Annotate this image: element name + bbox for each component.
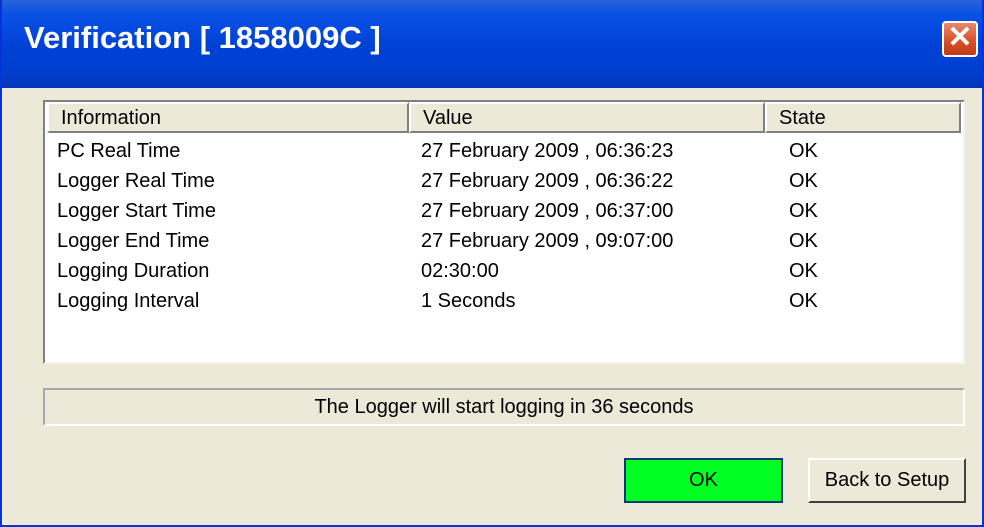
cell-state: OK [789, 260, 818, 282]
table-header: Information Value State [47, 102, 961, 133]
table-row[interactable]: PC Real Time 27 February 2009 , 06:36:23… [47, 140, 947, 170]
column-header-value[interactable]: Value [409, 102, 765, 133]
window-title: Verification [ 1858009C ] [24, 20, 381, 55]
cell-value: 27 February 2009 , 09:07:00 [421, 230, 674, 252]
status-message: The Logger will start logging in 36 seco… [43, 388, 965, 426]
column-header-information[interactable]: Information [47, 102, 409, 133]
table-row[interactable]: Logger Real Time 27 February 2009 , 06:3… [47, 170, 947, 200]
cell-value: 27 February 2009 , 06:36:22 [421, 170, 674, 192]
title-bar[interactable]: Verification [ 1858009C ] ✕ [2, 0, 982, 88]
cell-information: Logger End Time [57, 230, 210, 252]
table-row[interactable]: Logging Duration 02:30:00 OK [47, 260, 947, 290]
cell-state: OK [789, 200, 818, 222]
cell-value: 02:30:00 [421, 260, 499, 282]
column-header-state[interactable]: State [765, 102, 961, 133]
verification-table[interactable]: Information Value State PC Real Time 27 … [43, 100, 965, 364]
cell-state: OK [789, 230, 818, 252]
verification-dialog: Verification [ 1858009C ] ✕ Information … [0, 0, 984, 527]
close-icon: ✕ [947, 21, 973, 54]
cell-information: Logger Real Time [57, 170, 215, 192]
cell-value: 1 Seconds [421, 290, 516, 312]
cell-information: PC Real Time [57, 140, 181, 162]
cell-information: Logger Start Time [57, 200, 216, 222]
cell-value: 27 February 2009 , 06:37:00 [421, 200, 674, 222]
cell-state: OK [789, 140, 818, 162]
cell-value: 27 February 2009 , 06:36:23 [421, 140, 674, 162]
table-row[interactable]: Logging Interval 1 Seconds OK [47, 290, 947, 320]
close-button[interactable]: ✕ [942, 21, 978, 57]
cell-information: Logging Duration [57, 260, 210, 282]
table-row[interactable]: Logger Start Time 27 February 2009 , 06:… [47, 200, 947, 230]
back-to-setup-button[interactable]: Back to Setup [808, 458, 966, 503]
cell-information: Logging Interval [57, 290, 200, 312]
cell-state: OK [789, 170, 818, 192]
cell-state: OK [789, 290, 818, 312]
table-row[interactable]: Logger End Time 27 February 2009 , 09:07… [47, 230, 947, 260]
ok-button[interactable]: OK [624, 458, 783, 503]
